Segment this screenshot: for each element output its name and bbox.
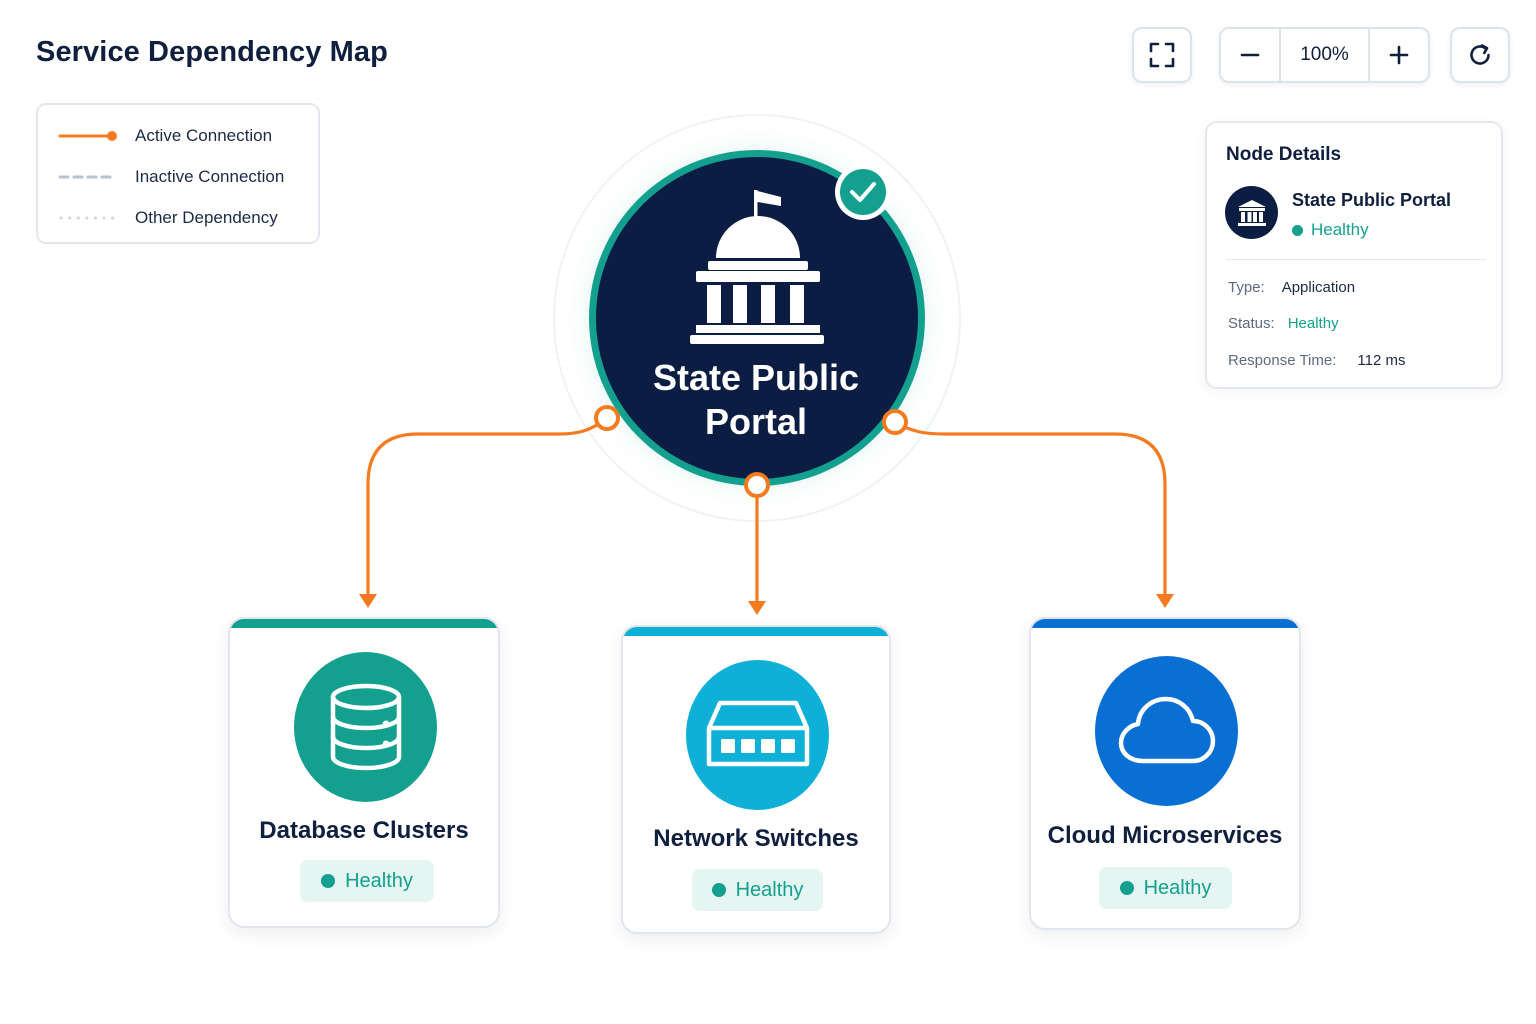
cloud-icon	[1118, 696, 1215, 764]
status-badge: Healthy	[692, 869, 823, 911]
node-card-cloud[interactable]: Cloud Microservices Healthy	[1029, 617, 1301, 930]
type-value: Application	[1281, 279, 1356, 296]
details-node-name: State Public Portal	[1292, 190, 1452, 210]
card-accent	[230, 619, 498, 628]
node-card-network[interactable]: Network Switches Healthy	[621, 625, 891, 934]
network-switch-icon	[706, 700, 809, 767]
status-text: Healthy	[345, 869, 413, 892]
divider	[1226, 259, 1486, 260]
card-accent	[623, 627, 889, 636]
status-text: Healthy	[735, 878, 804, 901]
response-time-value: 112 ms	[1357, 352, 1406, 369]
node-details-panel: Node Details State Public Portal Healthy…	[1205, 121, 1503, 389]
card-label: Network Switches	[653, 825, 859, 852]
card-label: Database Clusters	[259, 817, 469, 844]
hub-label: State Public Portal	[600, 356, 912, 444]
connection-cloud	[893, 420, 1167, 598]
card-label: Cloud Microservices	[1047, 822, 1283, 849]
database-icon-circle	[294, 652, 437, 802]
detail-type-row: Type: Application	[1228, 279, 1355, 296]
status-text: Healthy	[1143, 876, 1212, 899]
connection-database	[366, 417, 609, 598]
database-icon	[330, 683, 401, 771]
arrowhead-network	[748, 601, 766, 615]
card-accent	[1031, 619, 1299, 628]
healthy-check-icon	[840, 169, 886, 215]
cloud-icon-circle	[1095, 656, 1238, 806]
arrowhead-database	[359, 594, 377, 608]
detail-response-row: Response Time: 112 ms	[1228, 352, 1405, 369]
status-value: Healthy	[1287, 315, 1339, 332]
hub-name-line1: State Public	[652, 357, 860, 398]
hub-name-line2: Portal	[704, 401, 808, 442]
node-card-database[interactable]: Database Clusters Healthy	[228, 617, 500, 928]
status-dot	[711, 883, 726, 897]
status-label: Status:	[1228, 315, 1275, 332]
status-dot	[321, 874, 336, 888]
institution-icon	[1237, 199, 1266, 226]
response-time-label: Response Time:	[1228, 352, 1337, 369]
arrowhead-cloud	[1156, 594, 1174, 608]
details-status-text: Healthy	[1311, 220, 1369, 239]
details-status-badge: Healthy	[1292, 220, 1369, 240]
details-avatar	[1225, 186, 1278, 239]
details-title: Node Details	[1226, 144, 1342, 165]
status-badge: Healthy	[300, 860, 434, 902]
status-badge: Healthy	[1099, 867, 1232, 909]
status-dot	[1292, 224, 1303, 236]
hub-port-bottom	[744, 472, 770, 498]
detail-status-row: Status: Healthy	[1228, 315, 1339, 332]
status-dot	[1119, 881, 1134, 895]
type-label: Type:	[1228, 279, 1265, 296]
network-icon-circle	[686, 660, 829, 810]
